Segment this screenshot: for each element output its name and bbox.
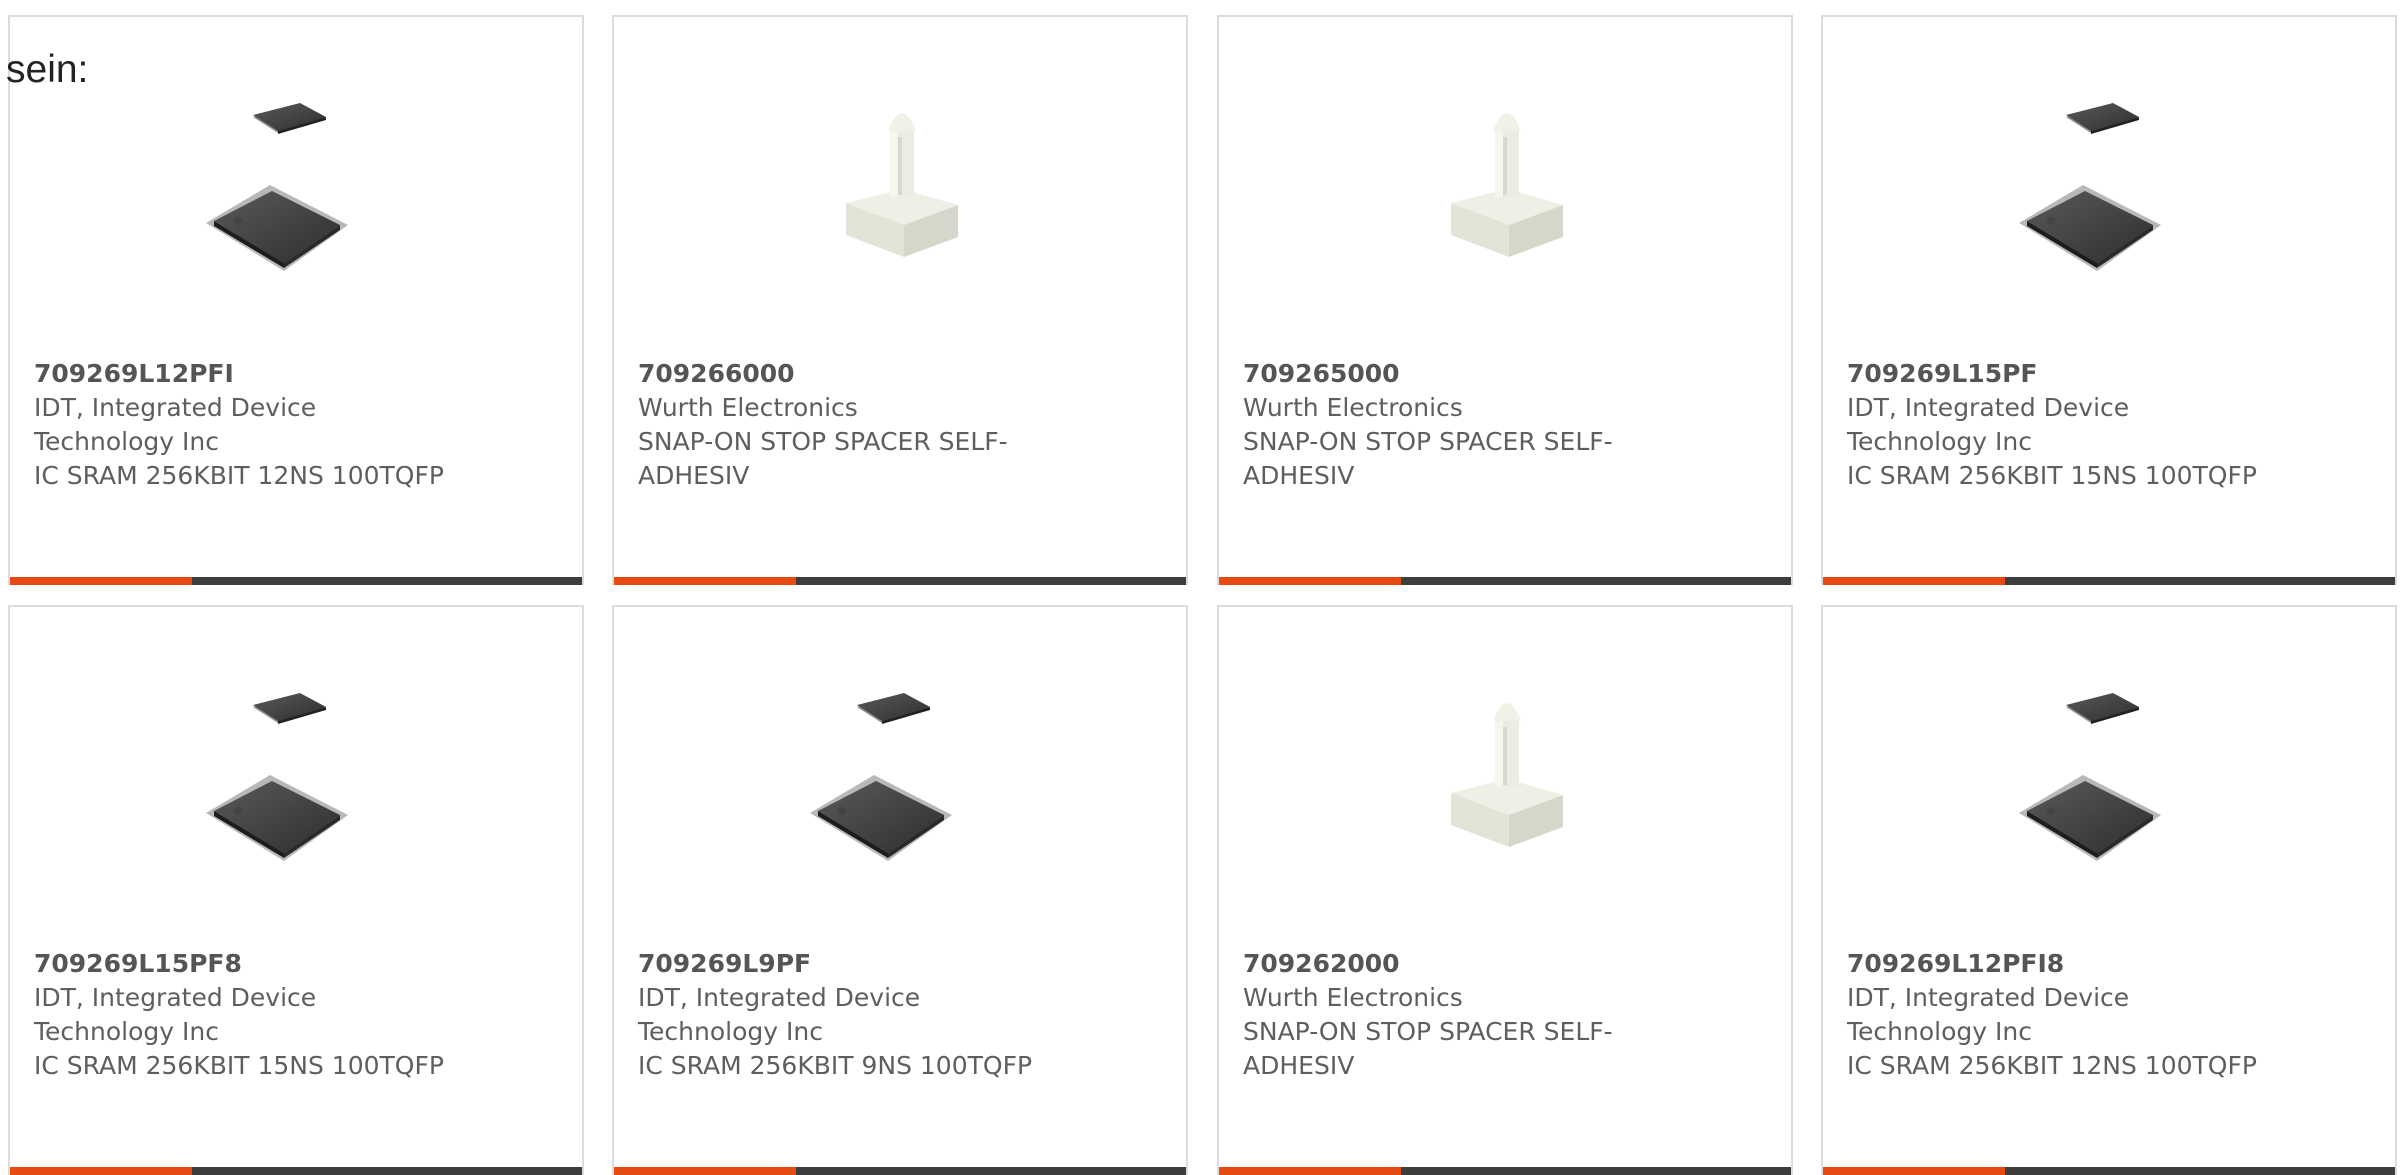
product-description: IC SRAM 256KBIT 12NS 100TQFP [34,461,444,490]
spacer-image[interactable] [802,85,1002,285]
part-number-link[interactable]: 709269L15PF8 [34,947,454,981]
product-description: IC SRAM 256KBIT 15NS 100TQFP [34,1051,444,1080]
product-info: 709262000 Wurth Electronics SNAP-ON STOP… [1243,947,1663,1083]
lead-text: sein: [6,48,89,91]
manufacturer-name: Wurth Electronics [1243,983,1463,1012]
manufacturer-name: IDT, Integrated Device [1847,393,2130,422]
card-accent-bar [1219,577,1401,585]
card-accent-bar [10,577,192,585]
product-description: SNAP-ON STOP SPACER SELF- [1243,1017,1613,1046]
manufacturer-name: IDT, Integrated Device [1847,983,2130,1012]
product-card[interactable]: 709269L12PFI IDT, Integrated Device Tech… [8,15,584,585]
card-accent-bar [614,1167,796,1175]
product-info: 709265000 Wurth Electronics SNAP-ON STOP… [1243,357,1663,493]
card-bottom-bar [614,1167,1186,1175]
manufacturer-name: Wurth Electronics [1243,393,1463,422]
product-description-continued: ADHESIV [638,461,750,490]
card-bottom-bar [1219,577,1791,585]
product-info: 709269L9PF IDT, Integrated Device Techno… [638,947,1058,1083]
card-bottom-bar [614,577,1186,585]
ic-chip-image[interactable] [2011,85,2211,285]
product-card[interactable]: 709269L12PFI8 IDT, Integrated Device Tec… [1821,605,2397,1175]
part-number-link[interactable]: 709269L12PFI [34,357,454,391]
product-info: 709266000 Wurth Electronics SNAP-ON STOP… [638,357,1058,493]
card-bottom-bar [1219,1167,1791,1175]
product-card[interactable]: 709269L15PF8 IDT, Integrated Device Tech… [8,605,584,1175]
spacer-image[interactable] [1407,85,1607,285]
spacer-image[interactable] [1407,675,1607,875]
product-info: 709269L12PFI8 IDT, Integrated Device Tec… [1847,947,2267,1083]
product-description: SNAP-ON STOP SPACER SELF- [1243,427,1613,456]
product-card[interactable]: 709262000 Wurth Electronics SNAP-ON STOP… [1217,605,1793,1175]
manufacturer-name: IDT, Integrated Device [34,983,317,1012]
card-bottom-bar [10,577,582,585]
manufacturer-name: IDT, Integrated Device [34,393,317,422]
card-bottom-bar [1823,1167,2395,1175]
part-number-link[interactable]: 709269L15PF [1847,357,2267,391]
ic-chip-image[interactable] [198,85,398,285]
product-info: 709269L15PF IDT, Integrated Device Techn… [1847,357,2267,493]
product-card[interactable]: 709265000 Wurth Electronics SNAP-ON STOP… [1217,15,1793,585]
manufacturer-name-continued: Technology Inc [34,1017,219,1046]
part-number-link[interactable]: 709269L12PFI8 [1847,947,2267,981]
card-accent-bar [614,577,796,585]
card-bottom-bar [1823,577,2395,585]
card-bottom-bar [10,1167,582,1175]
manufacturer-name-continued: Technology Inc [34,427,219,456]
manufacturer-name: IDT, Integrated Device [638,983,921,1012]
product-description-continued: ADHESIV [1243,461,1355,490]
product-card[interactable]: 709266000 Wurth Electronics SNAP-ON STOP… [612,15,1188,585]
card-accent-bar [1823,1167,2005,1175]
product-info: 709269L12PFI IDT, Integrated Device Tech… [34,357,454,493]
product-description: IC SRAM 256KBIT 15NS 100TQFP [1847,461,2257,490]
part-number-link[interactable]: 709266000 [638,357,1058,391]
manufacturer-name-continued: Technology Inc [1847,427,2032,456]
product-description: SNAP-ON STOP SPACER SELF- [638,427,1008,456]
part-number-link[interactable]: 709269L9PF [638,947,1058,981]
part-number-link[interactable]: 709265000 [1243,357,1663,391]
ic-chip-image[interactable] [802,675,1002,875]
product-info: 709269L15PF8 IDT, Integrated Device Tech… [34,947,454,1083]
part-number-link[interactable]: 709262000 [1243,947,1663,981]
card-accent-bar [1219,1167,1401,1175]
ic-chip-image[interactable] [2011,675,2211,875]
product-card[interactable]: 709269L15PF IDT, Integrated Device Techn… [1821,15,2397,585]
ic-chip-image[interactable] [198,675,398,875]
product-description: IC SRAM 256KBIT 9NS 100TQFP [638,1051,1033,1080]
product-description: IC SRAM 256KBIT 12NS 100TQFP [1847,1051,2257,1080]
card-accent-bar [1823,577,2005,585]
manufacturer-name: Wurth Electronics [638,393,858,422]
product-description-continued: ADHESIV [1243,1051,1355,1080]
product-card[interactable]: 709269L9PF IDT, Integrated Device Techno… [612,605,1188,1175]
manufacturer-name-continued: Technology Inc [1847,1017,2032,1046]
manufacturer-name-continued: Technology Inc [638,1017,823,1046]
card-accent-bar [10,1167,192,1175]
